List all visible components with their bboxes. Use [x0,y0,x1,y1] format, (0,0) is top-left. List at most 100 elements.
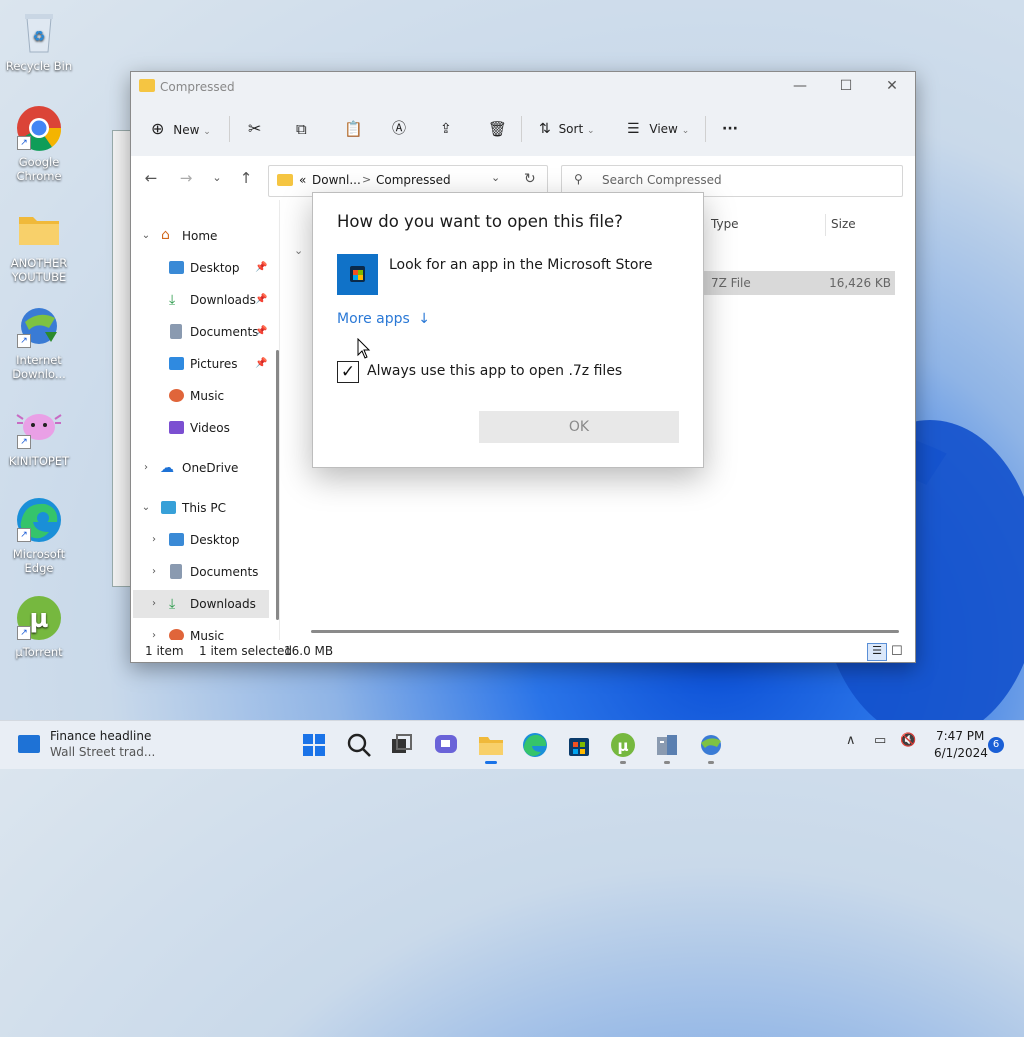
internet-download-manager-icon: ↗ [15,302,63,350]
navigation-scrollbar[interactable] [276,350,279,620]
chevron-right-icon[interactable]: › [140,454,152,482]
nav-label: Pictures [190,357,238,371]
nav-item-documents[interactable]: Documents 📌 [131,318,271,346]
network-icon[interactable]: ▭ [874,733,886,748]
nav-item-home[interactable]: ⌄ ⌂ Home [131,222,271,250]
rename-button[interactable]: Ⓐ [392,118,406,140]
utorrent-icon: µ [611,733,635,757]
task-view-button[interactable] [388,731,416,759]
open-with-dialog: How do you want to open this file? Look … [312,192,704,468]
file-row-selected[interactable]: 7Z File 16,426 KB [701,271,895,295]
up-button[interactable]: ↑ [234,168,258,190]
nav-item-pictures[interactable]: Pictures 📌 [131,350,271,378]
store-taskbar-button[interactable] [565,731,593,759]
desktop-icon-folder[interactable]: ANOTHER YOUTUBE [1,205,77,284]
chevron-down-icon: ⌄ [212,171,222,184]
kinitopet-icon: ↗ [15,403,63,451]
close-button[interactable]: ✕ [869,72,915,102]
nav-item-music[interactable]: Music [131,382,271,410]
teams-chat-button[interactable] [432,731,460,759]
desktop-icon-label: Google Chrome [16,155,62,183]
always-use-label[interactable]: Always use this app to open .7z files [367,363,622,379]
nav-item-videos[interactable]: Videos [131,414,271,442]
nav-item-downloads[interactable]: ⤓ Downloads 📌 [131,286,271,314]
desktop-icon-edge[interactable]: ↗ Microsoft Edge [1,496,77,575]
clock-time[interactable]: 7:47 PM [936,729,984,743]
more-options-button[interactable]: ··· [722,118,738,140]
chevron-right-icon[interactable]: › [148,558,160,586]
store-option-label[interactable]: Look for an app in the Microsoft Store [389,257,652,273]
nav-item-desktop[interactable]: Desktop 📌 [131,254,271,282]
column-header-size[interactable]: Size [831,212,856,236]
file-explorer-taskbar-button[interactable] [477,731,505,764]
chevron-right-icon[interactable]: › [148,622,160,641]
nav-item-pc-desktop[interactable]: › Desktop [131,526,271,554]
idm-taskbar-button[interactable] [697,731,725,764]
desktop-icon-recycle-bin[interactable]: ♻ Recycle Bin [1,8,77,73]
chevron-down-icon[interactable]: ⌄ [140,494,152,522]
news-widget[interactable]: Finance headline Wall Street trad... [18,729,178,761]
microsoft-store-icon[interactable] [337,254,378,295]
clock-date[interactable]: 6/1/2024 [934,746,988,760]
delete-button[interactable]: 🗑 [488,118,507,140]
utorrent-taskbar-button[interactable]: µ [609,731,637,764]
edge-taskbar-button[interactable] [521,731,549,759]
details-view-icon[interactable]: ☰ [867,643,887,661]
chevron-down-icon[interactable]: ⌄ [491,171,500,184]
copy-button[interactable]: ⧉ [296,118,307,140]
start-button[interactable] [300,731,328,759]
horizontal-scrollbar[interactable] [311,630,899,633]
title-bar[interactable]: Compressed — ☐ ✕ [131,72,915,102]
refresh-icon[interactable]: ↻ [524,171,536,187]
tiles-view-icon[interactable]: ☐ [891,641,903,663]
internet-download-manager-icon [701,735,721,755]
paste-button[interactable]: 📋 [344,118,363,140]
desktop-icon-utorrent[interactable]: µ ↗ µTorrent [1,594,77,659]
maximize-button[interactable]: ☐ [823,72,869,102]
desktop-icon-kinitopet[interactable]: ↗ KINITOPET [1,403,77,468]
document-icon [170,564,182,579]
ok-button[interactable]: OK [479,411,679,443]
more-apps-link[interactable]: More apps ↓ [337,311,430,327]
search-button[interactable] [345,731,373,759]
nav-item-pc-music[interactable]: › Music [131,622,271,641]
breadcrumb-downloads[interactable]: Downl... [312,173,361,187]
back-button[interactable]: ← [139,168,163,190]
chevron-right-icon[interactable]: › [148,526,160,554]
breadcrumb-compressed[interactable]: Compressed [376,173,451,187]
desktop-icon-idm[interactable]: ↗ Internet Downlo... [1,302,77,381]
always-use-checkbox[interactable]: ✓ [337,361,359,383]
share-button[interactable]: ⇪ [440,118,452,140]
notification-badge[interactable]: 6 [988,737,1004,753]
forward-button[interactable]: → [174,168,198,190]
shortcut-arrow-icon: ↗ [17,334,31,348]
share-icon: ⇪ [440,121,452,137]
selection-count: 1 item selected [199,644,293,658]
view-button[interactable]: ☰ View ⌄ [627,118,689,140]
sort-button[interactable]: ⇅ Sort ⌄ [539,118,595,140]
archive-app-taskbar-button[interactable] [653,731,681,764]
desktop-icon-chrome[interactable]: ↗ Google Chrome [1,104,77,183]
cut-button[interactable]: ✂ [248,118,261,140]
nav-item-pc-downloads[interactable]: › ⤓ Downloads [133,590,269,618]
scissors-icon: ✂ [248,119,262,138]
show-hidden-icons-chevron-icon[interactable]: ∧ [846,733,856,748]
news-subtitle: Wall Street trad... [50,745,156,759]
nav-item-pc-documents[interactable]: › Documents [131,558,271,586]
chevron-right-icon[interactable]: › [148,590,160,618]
minimize-button[interactable]: — [777,72,823,102]
nav-item-onedrive[interactable]: › ☁ OneDrive [131,454,271,482]
download-icon: ⤓ [169,596,176,612]
address-overflow[interactable]: « [299,173,306,187]
nav-item-this-pc[interactable]: ⌄ This PC [131,494,271,522]
nav-label: Downloads [190,597,256,611]
sort-icon: ⇅ [539,121,551,137]
chevron-down-icon[interactable]: ⌄ [140,222,152,250]
new-label: New [173,123,200,137]
document-icon [170,324,182,339]
view-icon: ☰ [627,121,640,137]
new-button[interactable]: ⊕ New ⌄ [151,118,211,140]
column-header-type[interactable]: Type [711,212,739,236]
recent-locations-button[interactable]: ⌄ [205,168,229,190]
volume-muted-icon[interactable]: 🔇 [900,733,916,748]
